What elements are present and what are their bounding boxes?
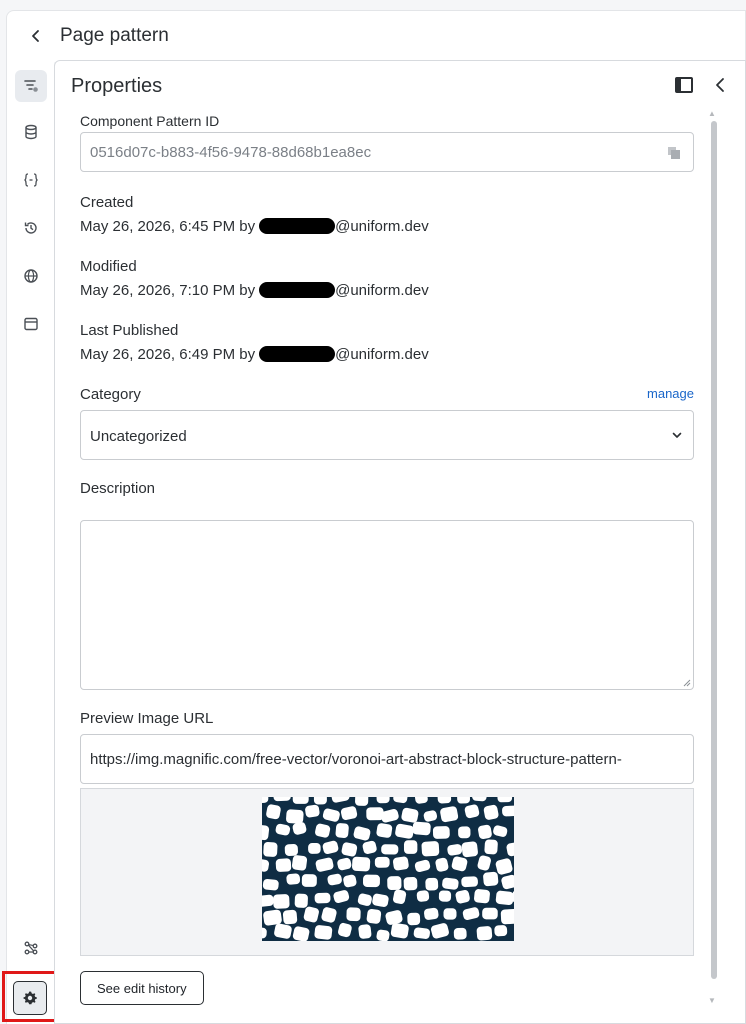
graph-icon: [24, 941, 38, 955]
rail-graph-button[interactable]: [15, 932, 47, 964]
created-date: May 26, 2026, 6:45 PM by: [80, 218, 256, 235]
voronoi-pattern-image: [262, 797, 514, 941]
page-title: Page pattern: [60, 25, 169, 46]
category-selected-value: Uncategorized: [90, 428, 187, 445]
modified-date: May 26, 2026, 7:10 PM by: [80, 282, 256, 299]
published-label: Last Published: [80, 322, 179, 339]
collapse-panel-button[interactable]: [711, 75, 729, 95]
settings-button[interactable]: [13, 981, 47, 1015]
redacted-username: [259, 282, 336, 298]
description-label: Description: [80, 480, 156, 497]
preview-url-value: https://img.magnific.com/free-vector/vor…: [90, 751, 622, 768]
back-button[interactable]: [27, 27, 45, 45]
published-email-domain: @uniform.dev: [335, 346, 429, 363]
gear-icon: [23, 991, 37, 1005]
chevron-left-icon: [32, 30, 39, 42]
created-label: Created: [80, 194, 134, 211]
rail-component-tree-button[interactable]: [15, 70, 47, 102]
preview-url-field[interactable]: https://img.magnific.com/free-vector/vor…: [80, 734, 694, 784]
pattern-id-label: Component Pattern ID: [80, 113, 220, 129]
rail-data-button[interactable]: [15, 116, 47, 148]
top-bar: Page pattern: [6, 10, 746, 62]
rail-archive-button[interactable]: [15, 308, 47, 340]
published-value: May 26, 2026, 6:49 PM by @uniform.dev: [80, 346, 429, 363]
redacted-username: [259, 218, 336, 234]
modified-value: May 26, 2026, 7:10 PM by @uniform.dev: [80, 282, 429, 299]
scrollbar-thumb[interactable]: [711, 121, 717, 979]
category-label: Category: [80, 386, 141, 403]
modified-label: Modified: [80, 258, 137, 275]
copy-icon: [668, 147, 680, 159]
scroll-down-arrow[interactable]: ▼: [708, 996, 716, 1005]
pattern-id-field[interactable]: 0516d07c-b883-4f56-9478-88d68b1ea8ec: [80, 132, 694, 172]
category-select[interactable]: Uncategorized: [80, 410, 694, 460]
side-rail: [6, 62, 54, 1024]
database-icon: [25, 124, 37, 140]
chevron-left-icon: [716, 78, 724, 92]
braces-icon: [24, 173, 38, 187]
scroll-up-arrow[interactable]: ▲: [708, 109, 716, 118]
modified-email-domain: @uniform.dev: [335, 282, 429, 299]
copy-button[interactable]: [667, 146, 681, 160]
see-edit-history-button[interactable]: See edit history: [80, 971, 204, 1005]
manage-categories-link[interactable]: manage: [647, 386, 694, 401]
preview-url-label: Preview Image URL: [80, 710, 214, 727]
component-tree-icon: [24, 80, 38, 92]
globe-icon: [24, 269, 38, 283]
created-value: May 26, 2026, 6:45 PM by @uniform.dev: [80, 218, 429, 235]
published-date: May 26, 2026, 6:49 PM by: [80, 346, 256, 363]
properties-panel: Properties ▲ ▼ Component Pattern ID 0516…: [54, 60, 746, 1024]
chevron-down-icon: [671, 428, 683, 440]
sidebar-toggle-icon[interactable]: [675, 77, 693, 93]
pattern-id-value: 0516d07c-b883-4f56-9478-88d68b1ea8ec: [90, 144, 372, 161]
redacted-username: [259, 346, 336, 362]
scrollbar[interactable]: [709, 119, 719, 1009]
resize-grip-icon[interactable]: [683, 679, 691, 687]
rail-locale-button[interactable]: [15, 260, 47, 292]
archive-icon: [24, 317, 38, 331]
description-textarea[interactable]: [80, 520, 694, 690]
rail-history-button[interactable]: [15, 212, 47, 244]
created-email-domain: @uniform.dev: [335, 218, 429, 235]
app-window: Page pattern Properties ▲ ▼ Component Pa…: [0, 0, 746, 1024]
history-icon: [24, 222, 37, 234]
preview-image: [262, 797, 514, 941]
preview-image-container: [80, 788, 694, 956]
panel-title: Properties: [71, 75, 163, 97]
rail-params-button[interactable]: [15, 164, 47, 196]
